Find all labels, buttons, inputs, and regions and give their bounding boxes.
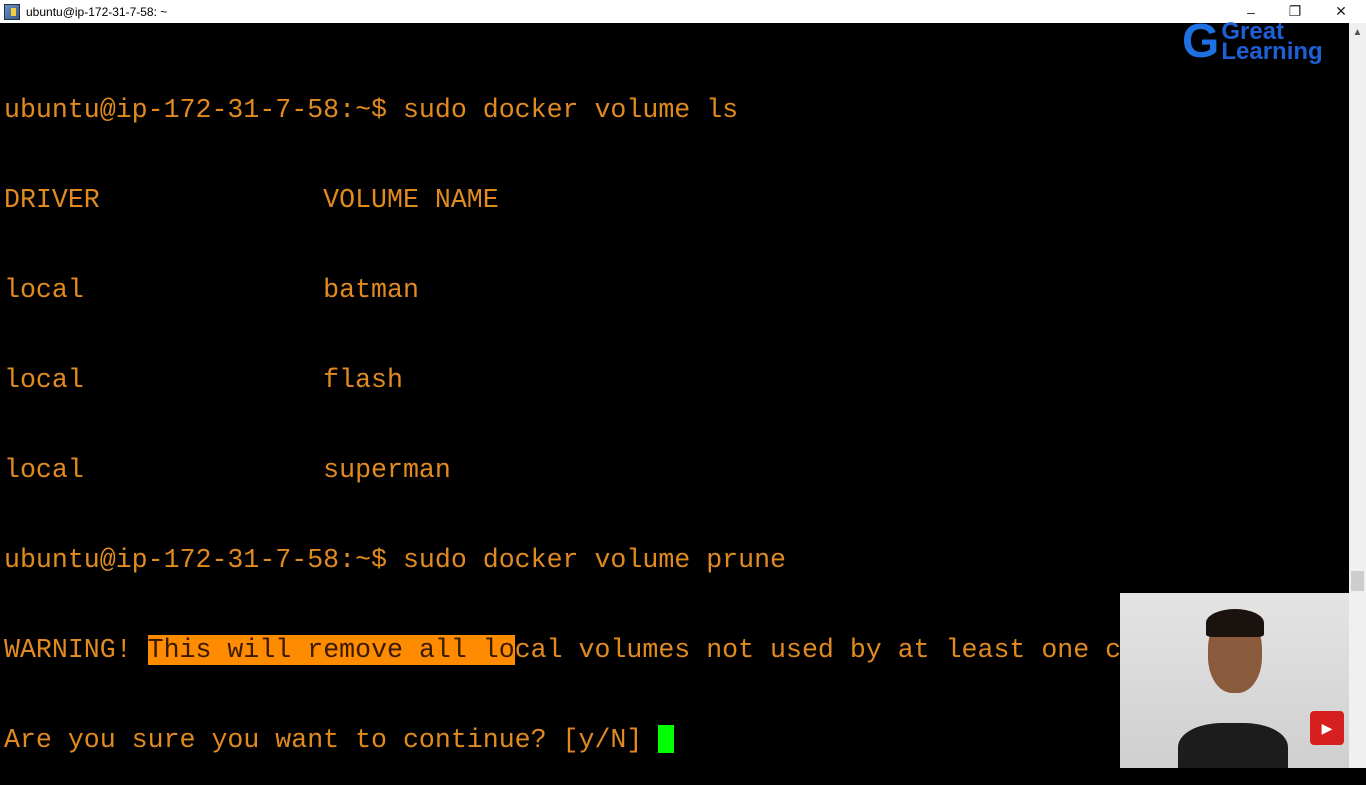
confirm-prompt: Are you sure you want to continue? [y/N]: [4, 725, 659, 755]
great-learning-logo: G Great Learning: [1182, 18, 1323, 66]
logo-g-icon: G: [1182, 15, 1220, 68]
putty-icon[interactable]: [4, 3, 20, 20]
text-selection: This will remove all lo: [147, 635, 515, 665]
terminal-line: ubuntu@ip-172-31-7-58:~$ sudo docker vol…: [4, 545, 786, 575]
close-button[interactable]: ✕: [1318, 0, 1364, 23]
presenter-image: [1178, 609, 1288, 768]
terminal-cursor: [658, 725, 675, 753]
logo-text-line2: Learning: [1221, 38, 1323, 65]
terminal-line: local superman: [4, 455, 451, 485]
terminal-line: ubuntu@ip-172-31-7-58:~$ sudo docker vol…: [4, 95, 739, 125]
window-title: ubuntu@ip-172-31-7-58: ~: [26, 4, 168, 19]
webcam-overlay: ▶: [1120, 593, 1349, 768]
terminal-line: local batman: [4, 275, 419, 305]
terminal-line: DRIVER VOLUME NAME: [4, 185, 499, 215]
vertical-scrollbar[interactable]: ▲: [1349, 23, 1366, 768]
scroll-thumb[interactable]: [1351, 571, 1364, 591]
warning-prefix: WARNING!: [4, 635, 148, 665]
youtube-subscribe-icon[interactable]: ▶: [1310, 711, 1344, 745]
title-bar: ubuntu@ip-172-31-7-58: ~ – ❐ ✕: [0, 0, 1366, 23]
terminal-line: local flash: [4, 365, 403, 395]
scroll-up-arrow-icon[interactable]: ▲: [1349, 27, 1366, 38]
